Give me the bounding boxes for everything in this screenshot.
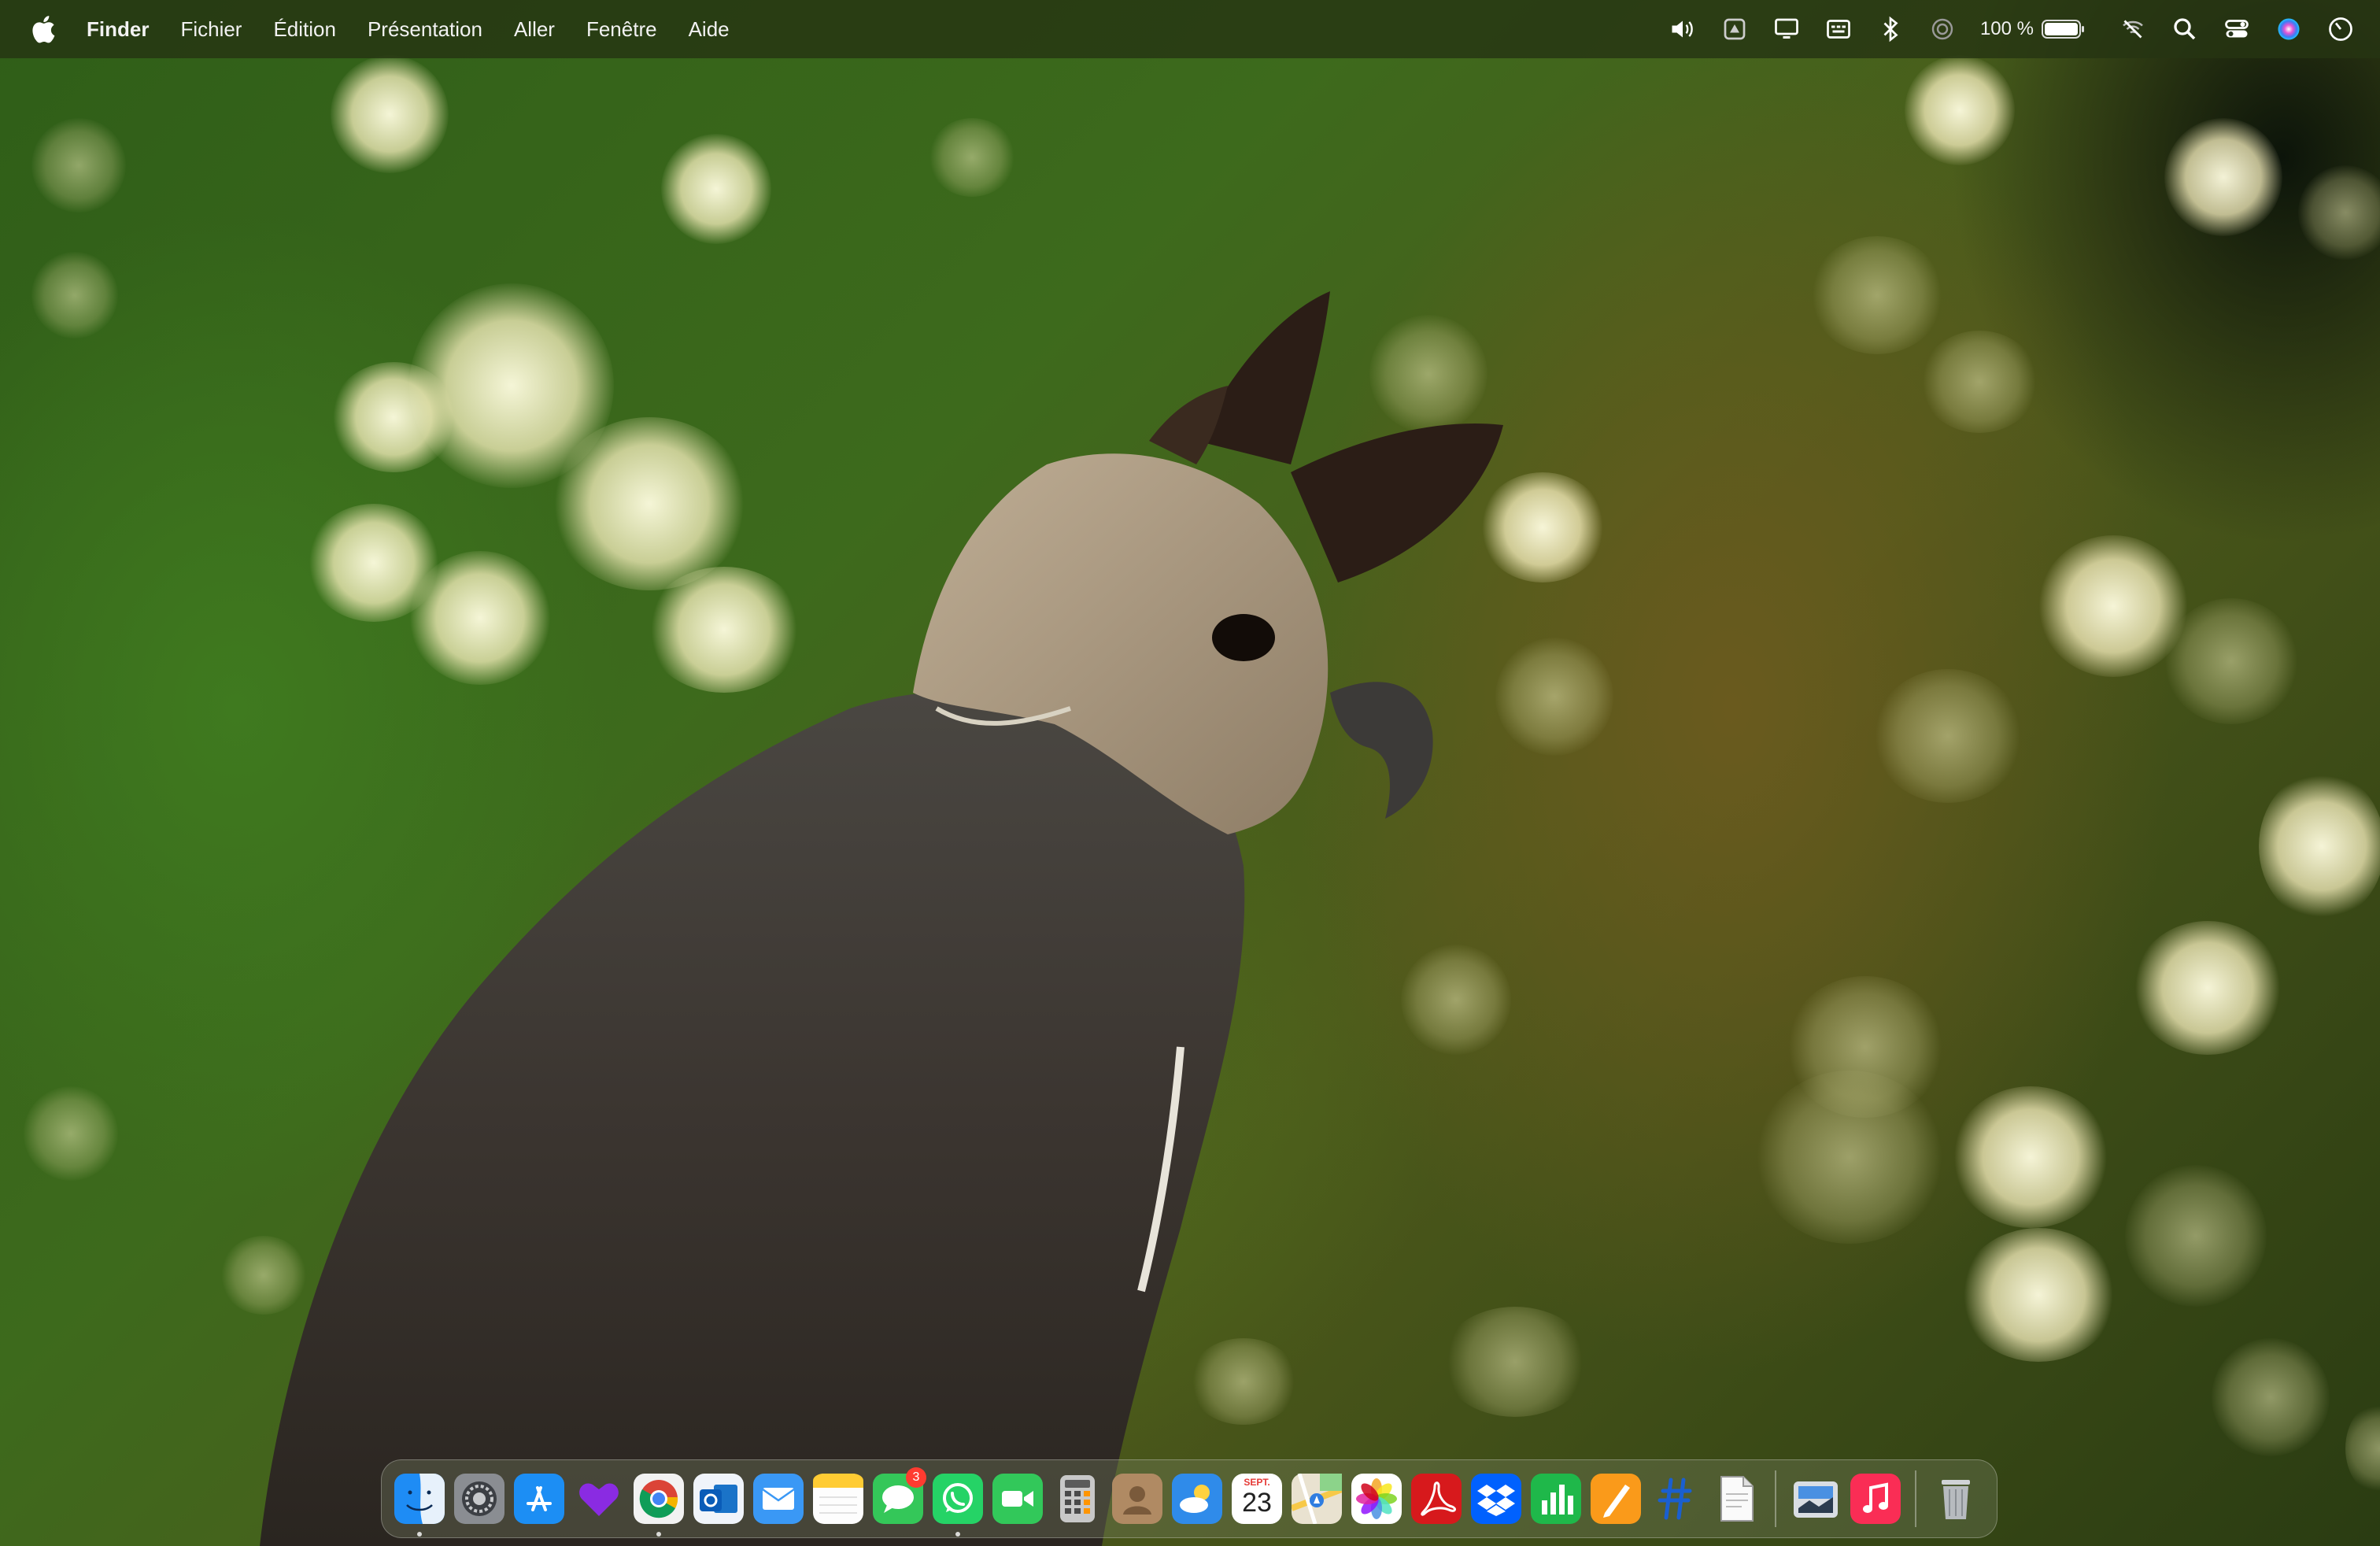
menu-bar: Finder Fichier Édition Présentation Alle…: [0, 0, 2380, 58]
running-indicator: [656, 1532, 661, 1537]
menu-app-name[interactable]: Finder: [87, 17, 149, 42]
whatsapp-icon: [933, 1474, 983, 1524]
photos-icon: [1356, 1478, 1397, 1519]
desktop-wallpaper: [0, 0, 2380, 1546]
menu-aller[interactable]: Aller: [514, 17, 555, 42]
dock-weather[interactable]: [1172, 1474, 1222, 1524]
dock-numbers[interactable]: [1531, 1474, 1581, 1524]
menu-bar-left: Finder Fichier Édition Présentation Alle…: [0, 0, 761, 58]
dock-finder[interactable]: [394, 1474, 445, 1537]
weather-icon: [1172, 1474, 1222, 1524]
dock-preview[interactable]: [1791, 1474, 1841, 1524]
menu-fichier[interactable]: Fichier: [180, 17, 242, 42]
music-icon: [1850, 1474, 1901, 1524]
dock-messages[interactable]: 3: [873, 1467, 926, 1524]
purple-heart-icon: [579, 1483, 619, 1516]
app-store-icon: [514, 1474, 564, 1524]
acrobat-icon: [1411, 1474, 1462, 1524]
maps-icon: [1292, 1474, 1342, 1524]
running-indicator: [417, 1532, 422, 1537]
control-center-icon[interactable]: [2221, 13, 2252, 45]
dock: 3 SEPT. 23: [381, 1459, 1998, 1538]
dock-textedit[interactable]: [1710, 1474, 1761, 1524]
dock-mail[interactable]: [753, 1474, 804, 1524]
menu-aide[interactable]: Aide: [689, 17, 730, 42]
dock-chrome[interactable]: [634, 1474, 684, 1537]
dock-notes[interactable]: [813, 1474, 863, 1524]
xcode-icon: [1658, 1478, 1692, 1520]
dock-calendar[interactable]: SEPT. 23: [1232, 1474, 1282, 1524]
dock-calculator[interactable]: [1052, 1474, 1103, 1524]
dock-maps[interactable]: [1292, 1474, 1342, 1524]
outlook-icon: [693, 1474, 744, 1524]
messages-badge: 3: [906, 1467, 926, 1488]
dock-acrobat[interactable]: [1411, 1474, 1462, 1524]
facetime-icon: [992, 1474, 1043, 1524]
wifi-off-icon[interactable]: [2117, 13, 2149, 45]
search-icon[interactable]: [2169, 13, 2201, 45]
battery-percent: 100 %: [1979, 18, 2034, 39]
dock-facetime[interactable]: [992, 1474, 1043, 1524]
apple-logo-icon[interactable]: [28, 13, 57, 45]
dock-contacts[interactable]: [1112, 1474, 1162, 1524]
calendar-day: 23: [1242, 1488, 1272, 1518]
menu-edition[interactable]: Édition: [273, 17, 336, 42]
dock-trash[interactable]: [1931, 1474, 1981, 1524]
menu-presentation[interactable]: Présentation: [368, 17, 482, 42]
volume-icon[interactable]: [1667, 13, 1698, 45]
clock-icon[interactable]: [2325, 13, 2356, 45]
dock-music[interactable]: [1850, 1474, 1901, 1524]
running-indicator: [955, 1532, 960, 1537]
calculator-icon: [1060, 1475, 1095, 1522]
dock-system-settings[interactable]: [454, 1474, 504, 1524]
chrome-icon: [634, 1474, 684, 1524]
dock-pages[interactable]: [1591, 1474, 1641, 1524]
preview-icon: [1794, 1481, 1838, 1518]
dock-separator: [1915, 1470, 1916, 1527]
dock-photos[interactable]: [1351, 1474, 1402, 1524]
notes-icon: [813, 1474, 863, 1524]
calendar-month: SEPT.: [1244, 1477, 1270, 1488]
pages-icon: [1591, 1474, 1641, 1524]
drive-icon[interactable]: [1719, 13, 1750, 45]
trash-icon: [1942, 1480, 1970, 1519]
mail-icon: [753, 1474, 804, 1524]
contacts-icon: [1112, 1474, 1162, 1524]
dropbox-icon: [1471, 1474, 1521, 1524]
dock-xcode[interactable]: [1650, 1474, 1701, 1524]
menu-fenetre[interactable]: Fenêtre: [586, 17, 657, 42]
system-settings-icon: [454, 1474, 504, 1524]
bluetooth-icon[interactable]: [1875, 13, 1906, 45]
display-icon[interactable]: [1771, 13, 1802, 45]
dock-app-store[interactable]: [514, 1474, 564, 1524]
dock-whatsapp[interactable]: [933, 1474, 983, 1537]
numbers-icon: [1531, 1474, 1581, 1524]
eagle-photo: [260, 291, 1503, 1546]
textedit-icon: [1720, 1476, 1754, 1522]
dock-separator: [1775, 1470, 1776, 1527]
keyboard-input-icon[interactable]: [1823, 13, 1854, 45]
dock-outlook[interactable]: [693, 1474, 744, 1524]
dock-obsidian[interactable]: [574, 1474, 624, 1524]
siri-icon[interactable]: [2273, 13, 2304, 45]
battery-icon[interactable]: [2042, 18, 2086, 40]
finder-icon: [394, 1474, 445, 1524]
airdrop-icon[interactable]: [1927, 13, 1958, 45]
menu-bar-right: 100 %: [1646, 0, 2380, 58]
dock-dropbox[interactable]: [1471, 1474, 1521, 1524]
